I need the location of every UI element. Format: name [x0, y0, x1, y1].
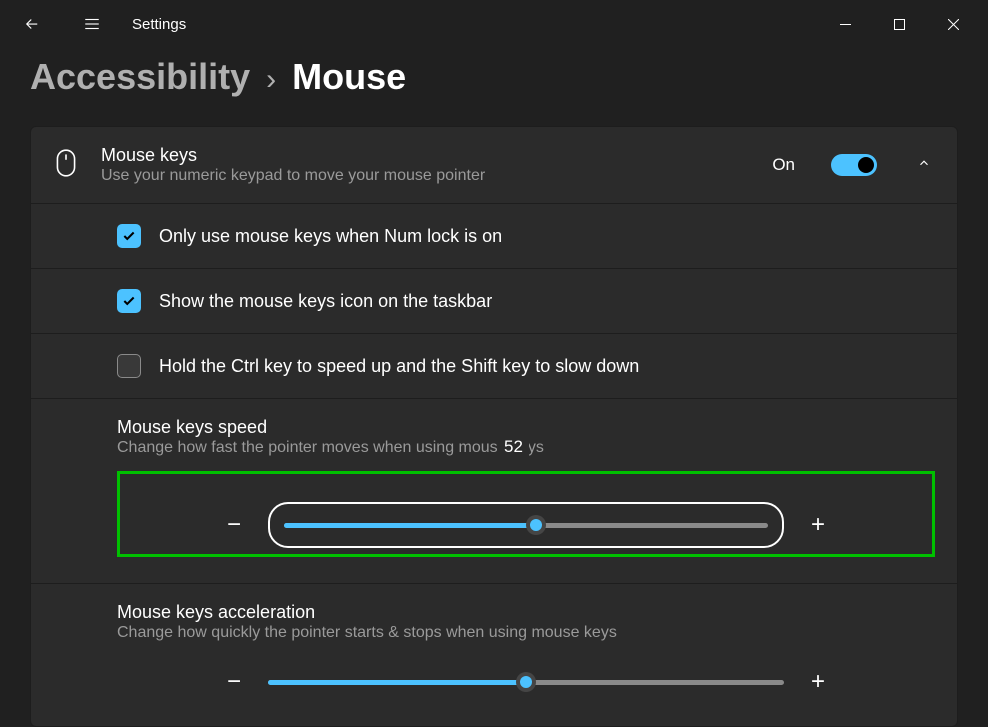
accel-desc: Change how quickly the pointer starts & … [117, 624, 935, 642]
mouse-keys-desc: Use your numeric keypad to move your mou… [101, 167, 750, 185]
taskbar-checkbox[interactable] [117, 289, 141, 313]
mouse-keys-card: Mouse keys Use your numeric keypad to mo… [30, 126, 958, 727]
mouse-keys-title: Mouse keys [101, 145, 750, 166]
speed-decrease-button[interactable]: − [216, 507, 252, 543]
taskbar-option-row[interactable]: Show the mouse keys icon on the taskbar [31, 269, 957, 334]
numlock-label: Only use mouse keys when Num lock is on [159, 226, 502, 247]
accel-decrease-button[interactable]: − [216, 664, 252, 700]
accel-section: Mouse keys acceleration Change how quick… [31, 584, 957, 726]
chevron-right-icon: › [266, 63, 276, 97]
numlock-option-row[interactable]: Only use mouse keys when Num lock is on [31, 204, 957, 269]
breadcrumb: Accessibility › Mouse [30, 56, 958, 98]
app-title: Settings [132, 16, 186, 33]
accel-slider[interactable] [268, 671, 784, 693]
close-button[interactable] [930, 8, 976, 40]
mouse-keys-toggle[interactable] [831, 154, 877, 176]
mouse-keys-header[interactable]: Mouse keys Use your numeric keypad to mo… [31, 127, 957, 204]
menu-button[interactable] [72, 6, 112, 42]
ctrlshift-option-row[interactable]: Hold the Ctrl key to speed up and the Sh… [31, 334, 957, 399]
ctrlshift-label: Hold the Ctrl key to speed up and the Sh… [159, 356, 639, 377]
taskbar-label: Show the mouse keys icon on the taskbar [159, 291, 492, 312]
speed-slider[interactable] [284, 514, 768, 536]
maximize-button[interactable] [876, 8, 922, 40]
speed-desc: Change how fast the pointer moves when u… [117, 439, 935, 457]
accel-increase-button[interactable]: + [800, 664, 836, 700]
numlock-checkbox[interactable] [117, 224, 141, 248]
speed-section: Mouse keys speed Change how fast the poi… [31, 399, 957, 584]
chevron-up-icon[interactable] [917, 156, 931, 175]
mouse-icon [53, 148, 79, 183]
minimize-button[interactable] [822, 8, 868, 40]
speed-title: Mouse keys speed [117, 417, 935, 438]
speed-tooltip: 52 [498, 437, 529, 457]
back-button[interactable] [12, 6, 52, 42]
toggle-label: On [772, 155, 795, 175]
page-title: Mouse [292, 56, 406, 98]
accel-title: Mouse keys acceleration [117, 602, 935, 623]
ctrlshift-checkbox[interactable] [117, 354, 141, 378]
titlebar: Settings [0, 0, 988, 48]
speed-increase-button[interactable]: + [800, 507, 836, 543]
breadcrumb-parent[interactable]: Accessibility [30, 56, 250, 98]
highlight-annotation: − + [117, 471, 935, 557]
